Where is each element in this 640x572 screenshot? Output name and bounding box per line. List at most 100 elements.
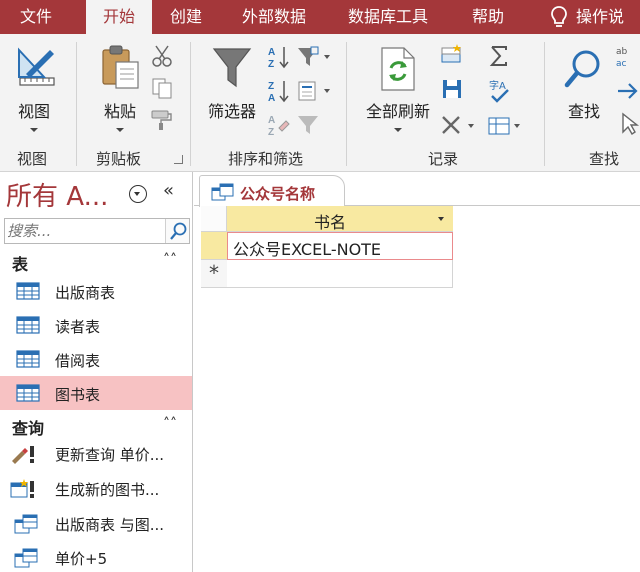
totals-sigma-icon[interactable] <box>488 44 510 68</box>
more-dropdown-arrow[interactable] <box>514 124 520 128</box>
table-icon <box>16 316 40 334</box>
selection-dropdown-arrow[interactable] <box>324 55 330 59</box>
view-dropdown-arrow <box>30 128 38 132</box>
nav-item-publisher-table[interactable]: 出版商表 <box>0 274 192 308</box>
nav-item-label: 读者表 <box>55 318 101 336</box>
filter-button[interactable]: 筛选器 <box>200 38 264 142</box>
nav-item-price-plus-query[interactable]: 单价+5 <box>0 540 192 572</box>
lightbulb-icon <box>551 6 567 27</box>
toggle-filter-icon[interactable] <box>297 114 319 136</box>
tell-me-label: 操作说 <box>576 7 625 26</box>
document-area: 公众号名称 书名 公众号EXCEL-NOTE * <box>194 172 640 572</box>
paste-button[interactable]: 粘贴 <box>92 38 148 142</box>
update-query-icon <box>12 446 34 464</box>
delete-dropdown-arrow[interactable] <box>468 124 474 128</box>
nav-menu-dropdown-icon[interactable] <box>129 185 147 203</box>
nav-search-box <box>4 218 190 244</box>
tab-create[interactable]: 创建 <box>170 0 202 34</box>
nav-item-label: 出版商表 与图... <box>55 516 165 534</box>
tab-help[interactable]: 帮助 <box>472 0 504 34</box>
group-label-sort-filter: 排序和筛选 <box>228 150 304 168</box>
nav-collapse-icon[interactable]: « <box>163 180 174 201</box>
ribbon: 视图 视图 粘贴 剪贴板 筛选器 A Z Z A A Z 排序和筛选 全部刷新 … <box>0 34 640 172</box>
make-table-query-icon <box>10 479 34 498</box>
nav-item-label: 借阅表 <box>55 352 101 370</box>
nav-item-label: 出版商表 <box>55 284 116 302</box>
clipboard-dialog-launcher[interactable] <box>174 155 183 164</box>
document-tab[interactable]: 公众号名称 <box>199 175 345 207</box>
delete-record-icon[interactable] <box>440 114 462 136</box>
nav-item-borrow-table[interactable]: 借阅表 <box>0 342 192 376</box>
record-selector[interactable] <box>201 232 227 260</box>
nav-section-tables[interactable]: 表 ˄˄ <box>0 248 192 274</box>
new-record-cell[interactable] <box>227 260 453 288</box>
svg-text:Z: Z <box>268 59 274 70</box>
nav-item-update-query[interactable]: 更新查询 单价... <box>0 436 192 470</box>
collapse-section-icon[interactable]: ˄˄ <box>163 252 177 268</box>
svg-text:A: A <box>268 115 275 126</box>
save-record-icon[interactable] <box>440 78 464 100</box>
advanced-filter-icon[interactable] <box>297 80 319 102</box>
tab-database-tools[interactable]: 数据库工具 <box>348 0 428 34</box>
nav-item-make-table-query[interactable]: 生成新的图书... <box>0 471 192 505</box>
spelling-icon[interactable]: 字A <box>488 78 512 104</box>
group-separator <box>190 42 191 166</box>
new-record-selector[interactable]: * <box>201 260 227 288</box>
tab-external-data[interactable]: 外部数据 <box>242 0 306 34</box>
goto-arrow-icon[interactable] <box>616 80 640 102</box>
cut-icon[interactable] <box>150 44 174 68</box>
column-header[interactable]: 书名 <box>227 206 453 232</box>
group-separator <box>76 42 77 166</box>
group-label-find: 查找 <box>589 150 620 168</box>
refresh-all-button[interactable]: 全部刷新 <box>358 38 438 142</box>
nav-item-book-table[interactable]: 图书表 <box>0 376 192 410</box>
svg-text:A: A <box>268 47 275 58</box>
filter-funnel-icon <box>212 48 252 88</box>
magnifier-icon <box>564 50 600 88</box>
table-icon <box>16 350 40 368</box>
remove-sort-icon[interactable]: A Z <box>266 112 292 138</box>
tell-me-box[interactable]: 操作说 <box>550 0 624 34</box>
svg-text:ac: ac <box>616 59 627 69</box>
more-records-icon[interactable] <box>488 116 510 136</box>
search-button[interactable] <box>165 219 189 243</box>
nav-item-label: 更新查询 单价... <box>55 446 165 464</box>
replace-icon[interactable]: ab ac <box>614 44 640 70</box>
access-window: 文件 开始 创建 外部数据 数据库工具 帮助 操作说 视图 视图 粘贴 剪贴板 … <box>0 0 640 572</box>
column-sort-dropdown-icon[interactable] <box>438 217 444 221</box>
svg-text:ab: ab <box>616 47 628 57</box>
nav-section-queries[interactable]: 查询 ˄˄ <box>0 412 192 438</box>
nav-search-input[interactable] <box>7 221 163 241</box>
table-icon <box>16 384 40 402</box>
copy-icon[interactable] <box>150 76 174 100</box>
query-icon <box>211 183 234 201</box>
svg-text:Z: Z <box>268 127 274 138</box>
paste-button-label: 粘贴 <box>103 102 136 121</box>
sort-ascending-icon[interactable]: A Z <box>266 44 292 70</box>
document-tab-strip: 公众号名称 <box>194 172 640 207</box>
view-button[interactable]: 视图 <box>4 38 64 142</box>
selection-filter-icon[interactable] <box>297 46 319 68</box>
format-painter-icon[interactable] <box>150 108 174 132</box>
collapse-section-icon[interactable]: ˄˄ <box>163 416 177 432</box>
sort-descending-icon[interactable]: Z A <box>266 78 292 104</box>
group-label-records: 记录 <box>428 150 459 168</box>
svg-text:Z: Z <box>268 81 274 92</box>
nav-item-publisher-book-query[interactable]: 出版商表 与图... <box>0 506 192 540</box>
select-query-icon <box>14 514 38 534</box>
tab-file[interactable]: 文件 <box>20 0 52 34</box>
table-cell[interactable]: 公众号EXCEL-NOTE <box>227 232 453 260</box>
table-icon <box>16 282 40 300</box>
select-all-corner[interactable] <box>201 206 227 232</box>
find-button-label: 查找 <box>567 102 600 121</box>
group-label-clipboard: 剪贴板 <box>96 150 142 168</box>
tab-home[interactable]: 开始 <box>86 0 152 34</box>
find-button[interactable]: 查找 <box>556 38 612 142</box>
refresh-all-label: 全部刷新 <box>365 102 430 121</box>
select-cursor-icon[interactable] <box>620 112 640 136</box>
column-header-label: 书名 <box>313 213 346 232</box>
nav-item-reader-table[interactable]: 读者表 <box>0 308 192 342</box>
new-record-icon[interactable] <box>440 44 464 66</box>
nav-pane-title[interactable]: 所有 A... <box>6 176 108 213</box>
advanced-dropdown-arrow[interactable] <box>324 89 330 93</box>
